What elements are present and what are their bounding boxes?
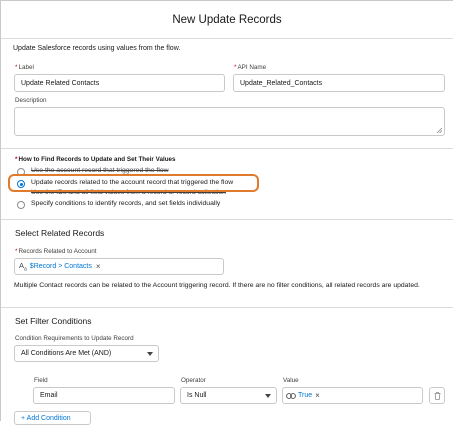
related-records-pill: $Record > Contacts	[29, 263, 92, 270]
records-related-label: *Records Related to Account	[15, 248, 97, 255]
column-header-value: Value	[283, 377, 299, 384]
condition-value-pill: True	[298, 392, 313, 399]
intro-text: Update Salesforce records using values f…	[13, 45, 181, 52]
related-section-title: Select Related Records	[15, 228, 105, 238]
label-input[interactable]: Update Related Contacts	[14, 74, 225, 92]
api-name-input[interactable]: Update_Related_Contacts	[233, 74, 445, 92]
trash-icon	[434, 391, 440, 400]
condition-requirements-label: Condition Requirements to Update Record	[15, 335, 134, 342]
text-variable-icon: Aa	[19, 260, 27, 273]
section-divider	[1, 219, 453, 220]
radio-label-specify-conditions: Specify conditions to identify records, …	[31, 200, 221, 207]
column-header-operator: Operator	[181, 377, 206, 384]
callout-highlight	[8, 174, 259, 192]
api-name-field-label: *API Name	[234, 64, 267, 71]
radio-specify-conditions[interactable]	[17, 201, 25, 209]
section-divider	[1, 307, 453, 308]
boolean-toggle-icon	[286, 392, 296, 399]
section-divider	[1, 148, 453, 149]
chevron-down-icon	[265, 394, 271, 398]
remove-pill-icon[interactable]: ×	[96, 262, 101, 271]
label-field-label: *Label	[15, 64, 34, 71]
filter-section-title: Set Filter Conditions	[15, 316, 92, 326]
modal-title: New Update Records	[172, 13, 282, 26]
modal-header: New Update Records	[1, 1, 453, 39]
condition-operator-select[interactable]: Is Null	[180, 387, 277, 404]
condition-requirements-select[interactable]: All Conditions Are Met (AND)	[14, 345, 159, 362]
remove-value-icon[interactable]: ×	[315, 391, 320, 400]
description-label: Description	[15, 97, 47, 104]
radio-label-use-trigger-record: Use the account record that triggered th…	[31, 167, 169, 174]
find-records-label: *How to Find Records to Update and Set T…	[15, 156, 176, 163]
column-header-field: Field	[34, 377, 48, 384]
add-condition-button[interactable]: + Add Condition	[14, 411, 91, 425]
records-related-input[interactable]: Aa $Record > Contacts ×	[14, 258, 224, 275]
condition-field-input[interactable]: Email	[33, 387, 175, 404]
related-records-note: Multiple Contact records can be related …	[14, 282, 420, 289]
chevron-down-icon	[147, 352, 153, 356]
description-textarea[interactable]	[14, 107, 445, 136]
delete-condition-button[interactable]	[429, 387, 445, 404]
condition-value-input[interactable]: True ×	[282, 387, 423, 404]
resize-handle-icon	[436, 127, 442, 133]
